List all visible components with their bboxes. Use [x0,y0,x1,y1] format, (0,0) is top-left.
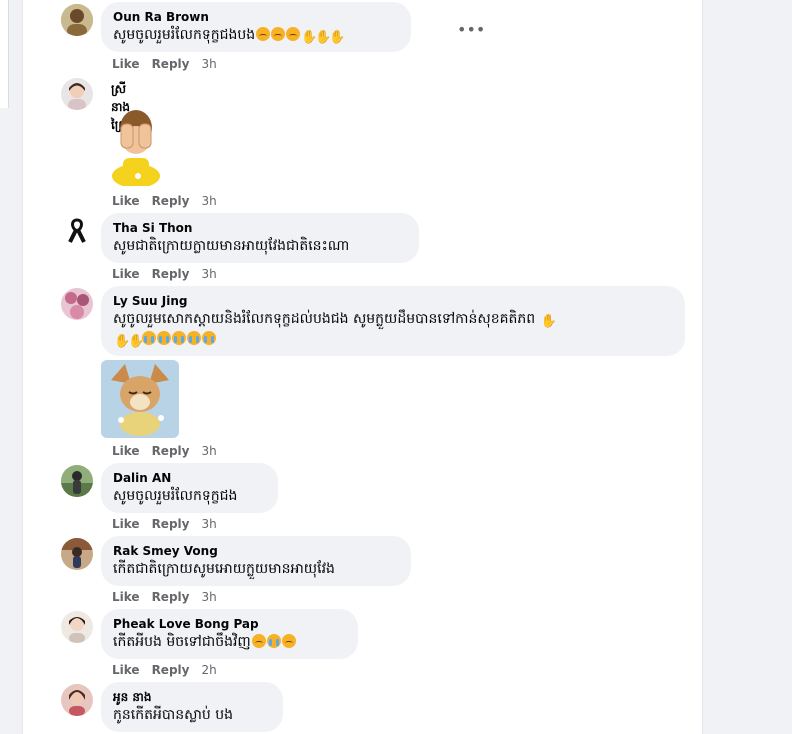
commenter-name[interactable]: Dalin AN [113,471,266,486]
reply-link[interactable]: Reply [152,590,190,604]
reply-link[interactable]: Reply [152,444,190,458]
comment-text: កូនកើតអីបានស្លាប់ បង [113,707,233,723]
loudly-crying-face-icon [202,331,216,345]
praying-hands-icon: ✋ [128,334,145,349]
like-link[interactable]: Like [112,590,140,604]
comment-bubble: អូន នាង កូនកើតអីបានស្លាប់ បង [101,682,283,732]
commenter-name[interactable]: Oun Ra Brown [113,10,399,25]
comment-bubble: Tha Si Thon សូមជាតិក្រោយក្លាយមានអាយុវែងជ… [101,213,419,263]
comments-panel: Oun Ra Brown សូមចូលរួមរំលែកទុក្ខជងបង ✋✋✋ … [22,0,703,734]
praying-hands-icon: ✋ [301,30,318,45]
like-link[interactable]: Like [112,194,140,208]
avatar[interactable] [61,611,93,643]
comment-text: សូមជាតិក្រោយក្លាយមានអាយុវែងជាតិនេះណា [113,238,350,254]
timestamp[interactable]: 3h [201,57,216,71]
comment-actions: Like Reply 3h [112,444,229,458]
comment-actions: Like Reply 3h [112,267,229,281]
commenter-name[interactable]: Rak Smey Vong [113,544,399,559]
commenter-name[interactable]: Pheak Love Bong Pap [113,617,346,632]
comment-bubble: Dalin AN សូមចូលរួមរំលែកទុក្ខជង [101,463,278,513]
comment-text: សូមចូលរួមរំលែកទុក្ខជងបង ✋✋✋ [113,27,346,45]
comment-actions: Like Reply 3h [112,590,229,604]
crying-face-icon [251,634,266,648]
crying-face-icon [271,27,286,41]
reply-link[interactable]: Reply [152,663,190,677]
comment-bubble: Ly Suu Jing សូចូលរួមសោកស្ដាយនិងរំលែកទុក្… [101,286,685,356]
comment-text: កើតអីបង មិចទៅជាចឹងវិញ [113,632,346,652]
like-link[interactable]: Like [112,663,140,677]
avatar[interactable] [61,78,93,110]
comment-actions: Like Reply 3h [112,194,229,208]
avatar[interactable] [61,4,93,36]
commenter-name[interactable]: Tha Si Thon [113,221,407,236]
comment-actions: Like Reply 3h [112,57,229,71]
avatar[interactable] [61,538,93,570]
avatar[interactable] [61,214,93,246]
comment-actions: Like Reply 2h [112,663,229,677]
comment-text: កើតជាតិក្រោយសូមអោយក្លួយមានអាយុវែង [113,561,335,577]
loudly-crying-face-icon [157,331,171,345]
crying-face-icon [286,27,301,41]
avatar[interactable] [61,288,93,320]
comment-bubble: Oun Ra Brown សូមចូលរួមរំលែកទុក្ខជងបង ✋✋✋ [101,2,411,52]
commenter-name[interactable]: អូន នាង [113,690,271,705]
comment-bubble: Pheak Love Bong Pap កើតអីបង មិចទៅជាចឹងវិ… [101,609,358,659]
crying-face-icon [256,27,271,41]
timestamp[interactable]: 3h [201,590,216,604]
reply-link[interactable]: Reply [152,57,190,71]
like-link[interactable]: Like [112,444,140,458]
comment-text-emoji-line: ✋✋ [113,329,673,349]
timestamp[interactable]: 3h [201,517,216,531]
left-sidebar-edge [0,0,9,108]
comment-text: សូមចូលរួមរំលែកទុក្ខជង [113,488,238,504]
like-link[interactable]: Like [112,517,140,531]
praying-hands-icon: ✋ [315,30,332,45]
avatar[interactable] [61,465,93,497]
sticker-image[interactable] [101,360,179,438]
comment-text: សូចូលរួមសោកស្ដាយនិងរំលែកទុក្ខដល់បងជង សូម… [113,311,557,329]
sticker-image[interactable] [101,106,171,188]
praying-hands-icon: ✋ [329,30,346,45]
crying-face-icon [281,634,296,648]
timestamp[interactable]: 3h [201,444,216,458]
commenter-name[interactable]: Ly Suu Jing [113,294,673,309]
loudly-crying-face-icon [172,331,186,345]
reply-link[interactable]: Reply [152,267,190,281]
comment-bubble: Rak Smey Vong កើតជាតិក្រោយសូមអោយក្លួយមាន… [101,536,411,586]
more-options-icon[interactable]: ••• [457,20,485,40]
reply-link[interactable]: Reply [152,194,190,208]
black-ribbon-icon [61,214,93,246]
loudly-crying-face-icon [187,331,201,345]
timestamp[interactable]: 2h [201,663,216,677]
praying-hands-icon: ✋ [114,334,131,349]
loudly-crying-face-icon [142,331,156,345]
like-link[interactable]: Like [112,267,140,281]
praying-hands-icon: ✋ [540,314,557,329]
timestamp[interactable]: 3h [201,267,216,281]
comment-actions: Like Reply 3h [112,517,229,531]
timestamp[interactable]: 3h [201,194,216,208]
reply-link[interactable]: Reply [152,517,190,531]
like-link[interactable]: Like [112,57,140,71]
avatar[interactable] [61,684,93,716]
loudly-crying-face-icon [266,634,281,648]
